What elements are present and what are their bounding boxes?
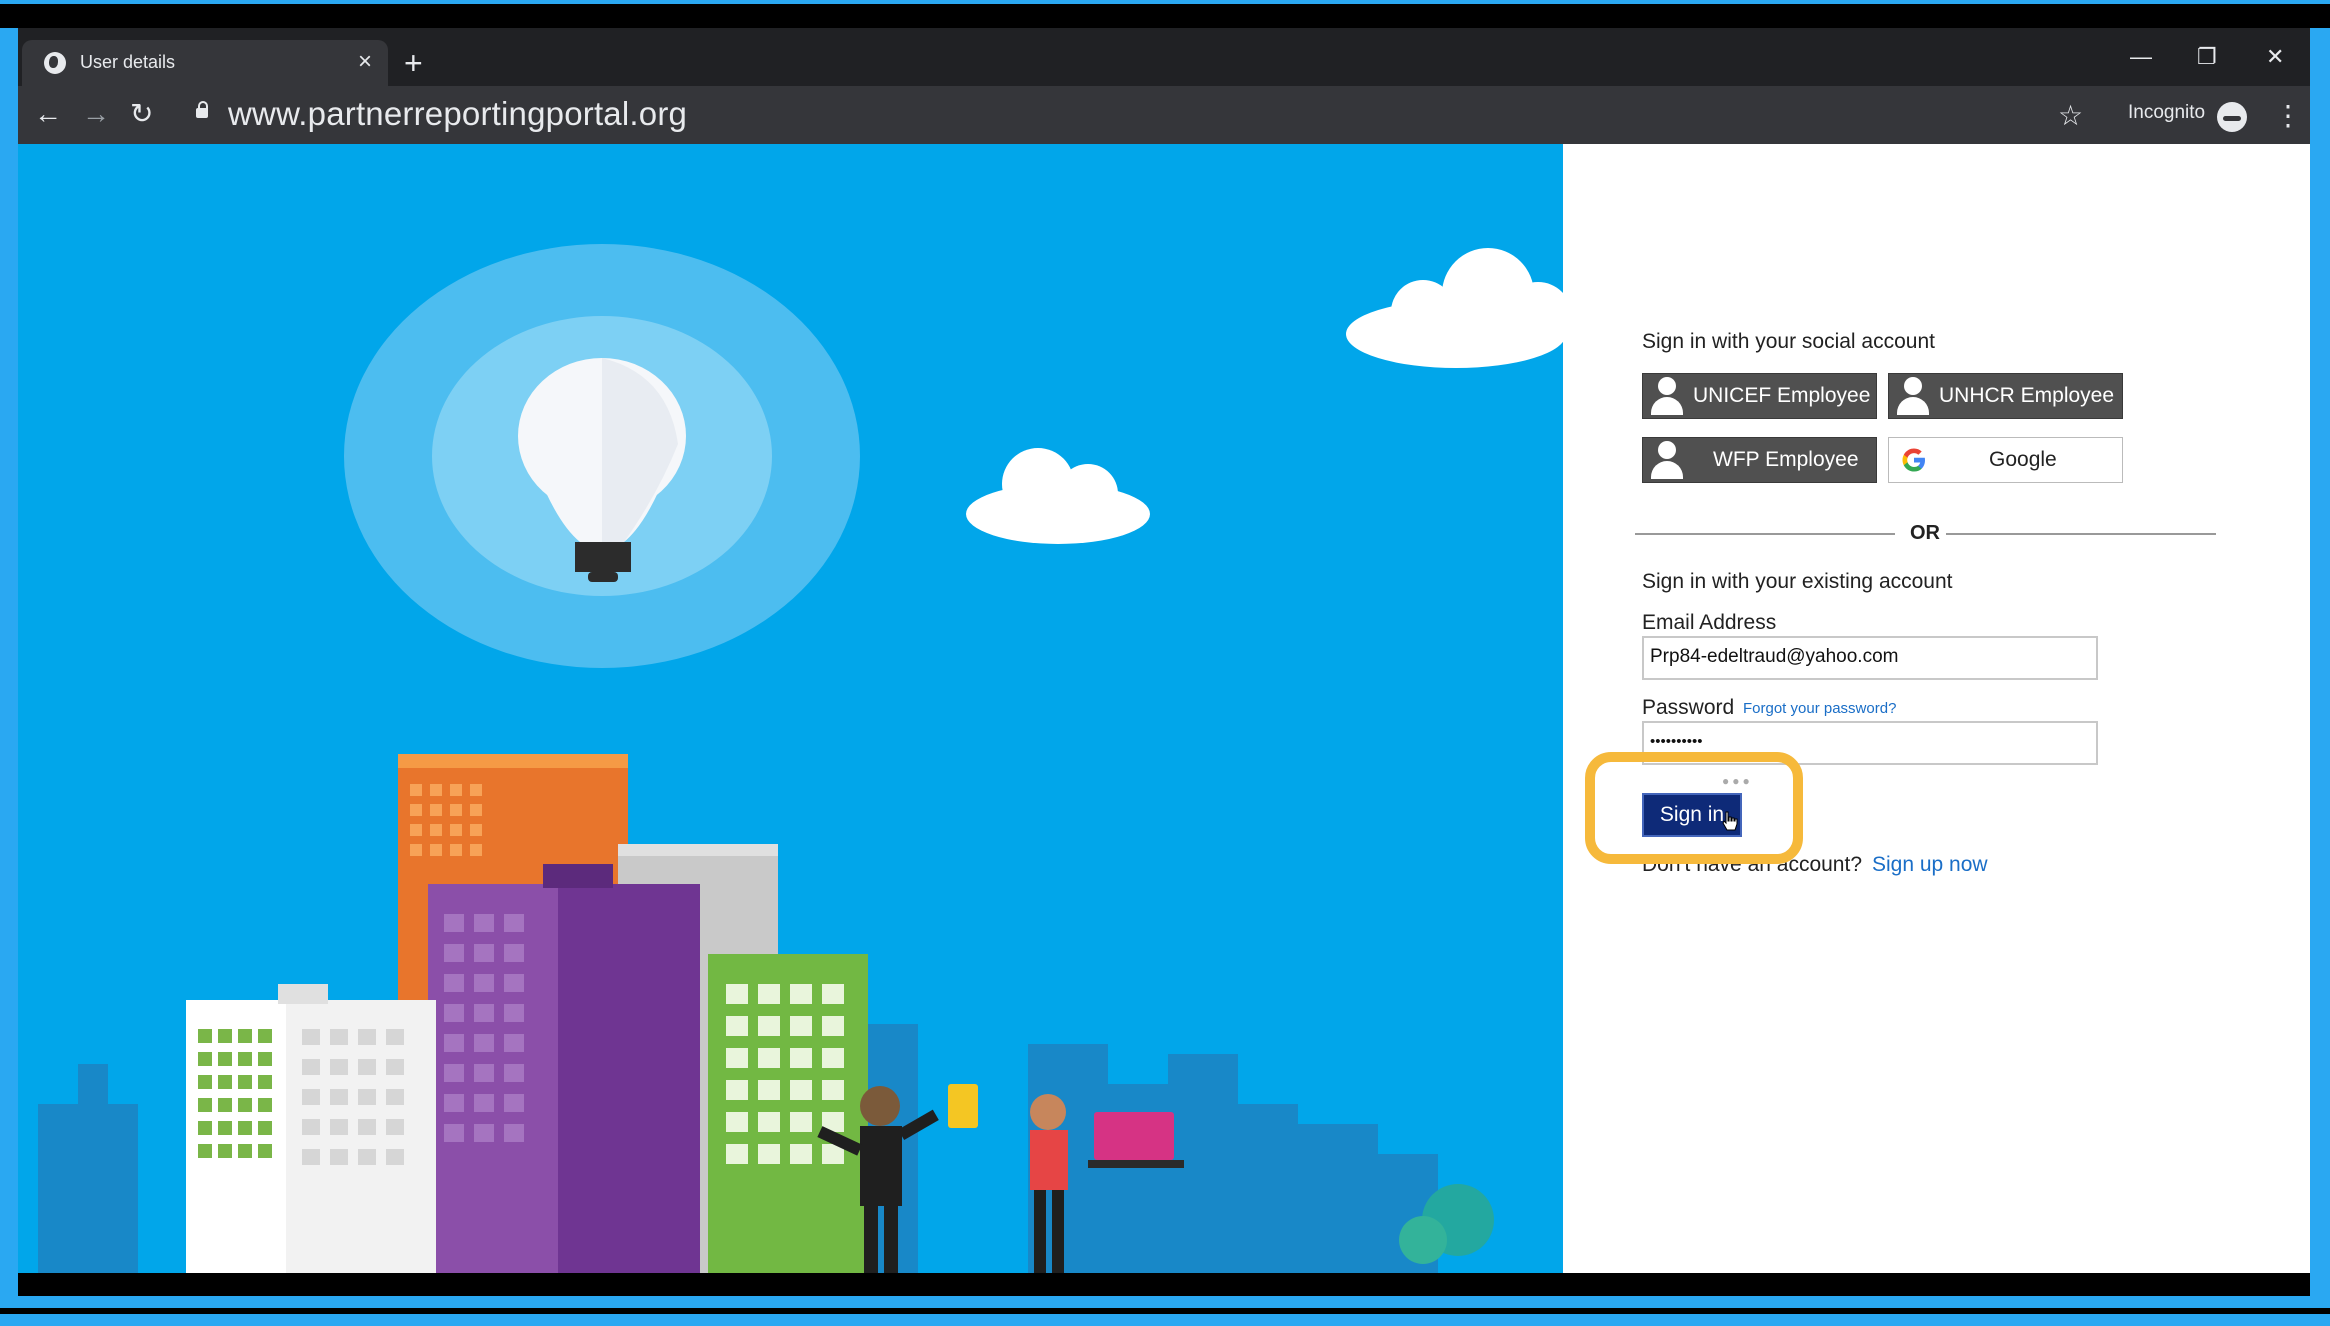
frame-right	[2310, 28, 2330, 1326]
divider-left	[1635, 533, 1895, 535]
existing-account-heading: Sign in with your existing account	[1642, 570, 1953, 593]
star-icon[interactable]: ☆	[2058, 98, 2083, 134]
frame-bottom-bar	[18, 1273, 2310, 1296]
browser-tab[interactable]: User details ×	[22, 40, 388, 86]
unicef-button-label: UNICEF Employee	[1693, 384, 1871, 407]
forgot-password-link[interactable]: Forgot your password?	[1743, 700, 1896, 717]
plus-icon[interactable]: +	[404, 44, 423, 82]
unhcr-button-label: UNHCR Employee	[1939, 384, 2115, 407]
password-label: Password	[1642, 696, 1735, 719]
or-label: OR	[1910, 522, 1940, 544]
unhcr-signin-button[interactable]: UNHCR Employee	[1888, 373, 2123, 419]
address-bar[interactable]: www.partnerreportingportal.org	[228, 92, 687, 136]
wfp-signin-button[interactable]: WFP Employee	[1642, 437, 1877, 483]
person-icon	[1649, 375, 1685, 417]
incognito-label: Incognito	[2128, 102, 2206, 123]
window-close-icon[interactable]: ✕	[2266, 42, 2284, 72]
back-icon[interactable]: ←	[34, 96, 62, 132]
google-button-label: Google	[1989, 448, 2057, 471]
unicef-signin-button[interactable]: UNICEF Employee	[1642, 373, 1877, 419]
email-label: Email Address	[1642, 611, 1777, 634]
highlight-ring	[1585, 752, 1803, 864]
wfp-button-label: WFP Employee	[1713, 448, 1859, 471]
minimize-icon[interactable]: —	[2130, 42, 2152, 72]
lock-icon	[196, 101, 208, 118]
tab-title: User details	[80, 52, 176, 72]
incognito-icon[interactable]	[2217, 102, 2247, 132]
globe-icon	[44, 52, 66, 74]
social-heading: Sign in with your social account	[1642, 330, 1935, 353]
sign-up-link[interactable]: Sign up now	[1872, 853, 1988, 877]
reload-icon[interactable]: ↻	[130, 96, 153, 132]
close-icon[interactable]: ×	[358, 48, 372, 76]
frame-bottom	[0, 1296, 2330, 1326]
city-illustration	[38, 244, 1563, 1273]
forward-icon[interactable]: →	[82, 96, 110, 132]
restore-icon[interactable]: ❐	[2197, 42, 2217, 72]
google-icon	[1902, 448, 1925, 472]
frame-top	[0, 0, 2330, 28]
divider-right	[1946, 533, 2216, 535]
person-icon	[1649, 439, 1685, 481]
frame-left	[0, 28, 18, 1326]
hero-illustration	[18, 144, 1563, 1273]
google-signin-button[interactable]: Google	[1888, 437, 2123, 483]
menu-dots-icon[interactable]: ⋮	[2274, 98, 2302, 134]
email-input[interactable]: Prp84-edeltraud@yahoo.com	[1642, 636, 2098, 680]
person-icon	[1895, 375, 1931, 417]
